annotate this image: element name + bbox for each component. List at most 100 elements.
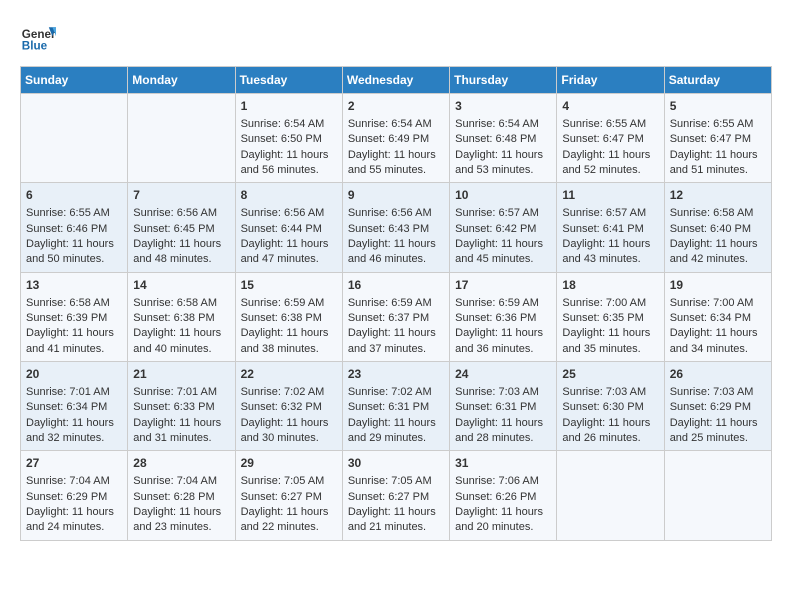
sunrise-time: Sunrise: 7:02 AM: [348, 386, 432, 398]
calendar-cell: 11Sunrise: 6:57 AMSunset: 6:41 PMDayligh…: [557, 183, 664, 272]
sunrise-time: Sunrise: 6:58 AM: [26, 297, 110, 309]
sunrise-time: Sunrise: 7:01 AM: [133, 386, 217, 398]
sunset-time: Sunset: 6:31 PM: [348, 401, 429, 413]
calendar-week-row: 1Sunrise: 6:54 AMSunset: 6:50 PMDaylight…: [21, 94, 772, 183]
sunrise-time: Sunrise: 7:01 AM: [26, 386, 110, 398]
calendar-week-row: 27Sunrise: 7:04 AMSunset: 6:29 PMDayligh…: [21, 451, 772, 540]
sunrise-time: Sunrise: 6:58 AM: [670, 207, 754, 219]
daylight-hours: Daylight: 11 hours and 26 minutes.: [562, 417, 650, 444]
day-number: 23: [348, 366, 444, 383]
daylight-hours: Daylight: 11 hours and 24 minutes.: [26, 506, 114, 533]
calendar-week-row: 6Sunrise: 6:55 AMSunset: 6:46 PMDaylight…: [21, 183, 772, 272]
sunrise-time: Sunrise: 6:58 AM: [133, 297, 217, 309]
calendar-cell: 28Sunrise: 7:04 AMSunset: 6:28 PMDayligh…: [128, 451, 235, 540]
sunrise-time: Sunrise: 6:55 AM: [670, 118, 754, 130]
calendar-cell: 10Sunrise: 6:57 AMSunset: 6:42 PMDayligh…: [450, 183, 557, 272]
calendar-cell: 23Sunrise: 7:02 AMSunset: 6:31 PMDayligh…: [342, 362, 449, 451]
calendar-cell: [21, 94, 128, 183]
daylight-hours: Daylight: 11 hours and 56 minutes.: [241, 149, 329, 176]
day-number: 9: [348, 187, 444, 204]
calendar-cell: 14Sunrise: 6:58 AMSunset: 6:38 PMDayligh…: [128, 272, 235, 361]
day-number: 19: [670, 277, 766, 294]
sunset-time: Sunset: 6:47 PM: [562, 133, 643, 145]
page-header: General Blue: [20, 20, 772, 56]
day-number: 4: [562, 98, 658, 115]
calendar-cell: 30Sunrise: 7:05 AMSunset: 6:27 PMDayligh…: [342, 451, 449, 540]
calendar-cell: 4Sunrise: 6:55 AMSunset: 6:47 PMDaylight…: [557, 94, 664, 183]
day-number: 15: [241, 277, 337, 294]
calendar-cell: 6Sunrise: 6:55 AMSunset: 6:46 PMDaylight…: [21, 183, 128, 272]
day-number: 26: [670, 366, 766, 383]
sunset-time: Sunset: 6:27 PM: [241, 491, 322, 503]
daylight-hours: Daylight: 11 hours and 41 minutes.: [26, 327, 114, 354]
sunset-time: Sunset: 6:44 PM: [241, 223, 322, 235]
daylight-hours: Daylight: 11 hours and 21 minutes.: [348, 506, 436, 533]
sunset-time: Sunset: 6:38 PM: [133, 312, 214, 324]
daylight-hours: Daylight: 11 hours and 46 minutes.: [348, 238, 436, 265]
calendar-cell: [128, 94, 235, 183]
day-number: 17: [455, 277, 551, 294]
sunset-time: Sunset: 6:38 PM: [241, 312, 322, 324]
sunset-time: Sunset: 6:49 PM: [348, 133, 429, 145]
sunrise-time: Sunrise: 6:56 AM: [133, 207, 217, 219]
sunset-time: Sunset: 6:34 PM: [26, 401, 107, 413]
day-number: 5: [670, 98, 766, 115]
daylight-hours: Daylight: 11 hours and 30 minutes.: [241, 417, 329, 444]
daylight-hours: Daylight: 11 hours and 22 minutes.: [241, 506, 329, 533]
sunset-time: Sunset: 6:47 PM: [670, 133, 751, 145]
calendar-cell: 9 Sunrise: 6:56 AM Sunset: 6:43 PM Daylight…: [342, 183, 449, 272]
sunset-time: Sunset: 6:41 PM: [562, 223, 643, 235]
day-number: 13: [26, 277, 122, 294]
logo: General Blue: [20, 20, 56, 56]
weekday-header: Friday: [557, 67, 664, 94]
daylight-hours: Daylight: 11 hours and 52 minutes.: [562, 149, 650, 176]
daylight-hours: Daylight: 11 hours and 50 minutes.: [26, 238, 114, 265]
sunset-time: Sunset: 6:29 PM: [26, 491, 107, 503]
daylight-hours: Daylight: 11 hours and 40 minutes.: [133, 327, 221, 354]
day-number: 20: [26, 366, 122, 383]
weekday-header: Tuesday: [235, 67, 342, 94]
calendar-cell: 2Sunrise: 6:54 AMSunset: 6:49 PMDaylight…: [342, 94, 449, 183]
calendar-cell: 5 Sunrise: 6:55 AM Sunset: 6:47 PM Daylight…: [664, 94, 771, 183]
sunrise-time: Sunrise: 6:56 AM: [348, 207, 432, 219]
day-number: 3: [455, 98, 551, 115]
calendar-cell: [557, 451, 664, 540]
sunrise-time: Sunrise: 7:04 AM: [133, 475, 217, 487]
sunrise-time: Sunrise: 7:00 AM: [670, 297, 754, 309]
day-number: 31: [455, 455, 551, 472]
calendar-cell: 7Sunrise: 6:56 AMSunset: 6:45 PMDaylight…: [128, 183, 235, 272]
daylight-hours: Daylight: 11 hours and 51 minutes.: [670, 149, 758, 176]
daylight-hours: Daylight: 11 hours and 42 minutes.: [670, 238, 758, 265]
sunset-time: Sunset: 6:50 PM: [241, 133, 322, 145]
sunset-time: Sunset: 6:26 PM: [455, 491, 536, 503]
day-number: 16: [348, 277, 444, 294]
calendar-cell: 24Sunrise: 7:03 AMSunset: 6:31 PMDayligh…: [450, 362, 557, 451]
sunrise-time: Sunrise: 6:54 AM: [241, 118, 325, 130]
sunrise-time: Sunrise: 6:54 AM: [348, 118, 432, 130]
daylight-hours: Daylight: 11 hours and 31 minutes.: [133, 417, 221, 444]
calendar-cell: 13Sunrise: 6:58 AMSunset: 6:39 PMDayligh…: [21, 272, 128, 361]
sunrise-time: Sunrise: 7:03 AM: [455, 386, 539, 398]
sunset-time: Sunset: 6:43 PM: [348, 223, 429, 235]
day-number: 11: [562, 187, 658, 204]
sunset-time: Sunset: 6:37 PM: [348, 312, 429, 324]
daylight-hours: Daylight: 11 hours and 55 minutes.: [348, 149, 436, 176]
sunset-time: Sunset: 6:48 PM: [455, 133, 536, 145]
day-number: 18: [562, 277, 658, 294]
daylight-hours: Daylight: 11 hours and 20 minutes.: [455, 506, 543, 533]
sunset-time: Sunset: 6:30 PM: [562, 401, 643, 413]
sunset-time: Sunset: 6:36 PM: [455, 312, 536, 324]
calendar-cell: 25Sunrise: 7:03 AMSunset: 6:30 PMDayligh…: [557, 362, 664, 451]
day-number: 29: [241, 455, 337, 472]
daylight-hours: Daylight: 11 hours and 37 minutes.: [348, 327, 436, 354]
calendar-cell: 21Sunrise: 7:01 AMSunset: 6:33 PMDayligh…: [128, 362, 235, 451]
daylight-hours: Daylight: 11 hours and 28 minutes.: [455, 417, 543, 444]
sunrise-time: Sunrise: 6:54 AM: [455, 118, 539, 130]
daylight-hours: Daylight: 11 hours and 53 minutes.: [455, 149, 543, 176]
sunrise-time: Sunrise: 6:57 AM: [455, 207, 539, 219]
calendar-cell: 3 Sunrise: 6:54 AM Sunset: 6:48 PM Daylight…: [450, 94, 557, 183]
calendar-cell: 1Sunrise: 6:54 AMSunset: 6:50 PMDaylight…: [235, 94, 342, 183]
day-number: 22: [241, 366, 337, 383]
daylight-hours: Daylight: 11 hours and 25 minutes.: [670, 417, 758, 444]
day-number: 12: [670, 187, 766, 204]
